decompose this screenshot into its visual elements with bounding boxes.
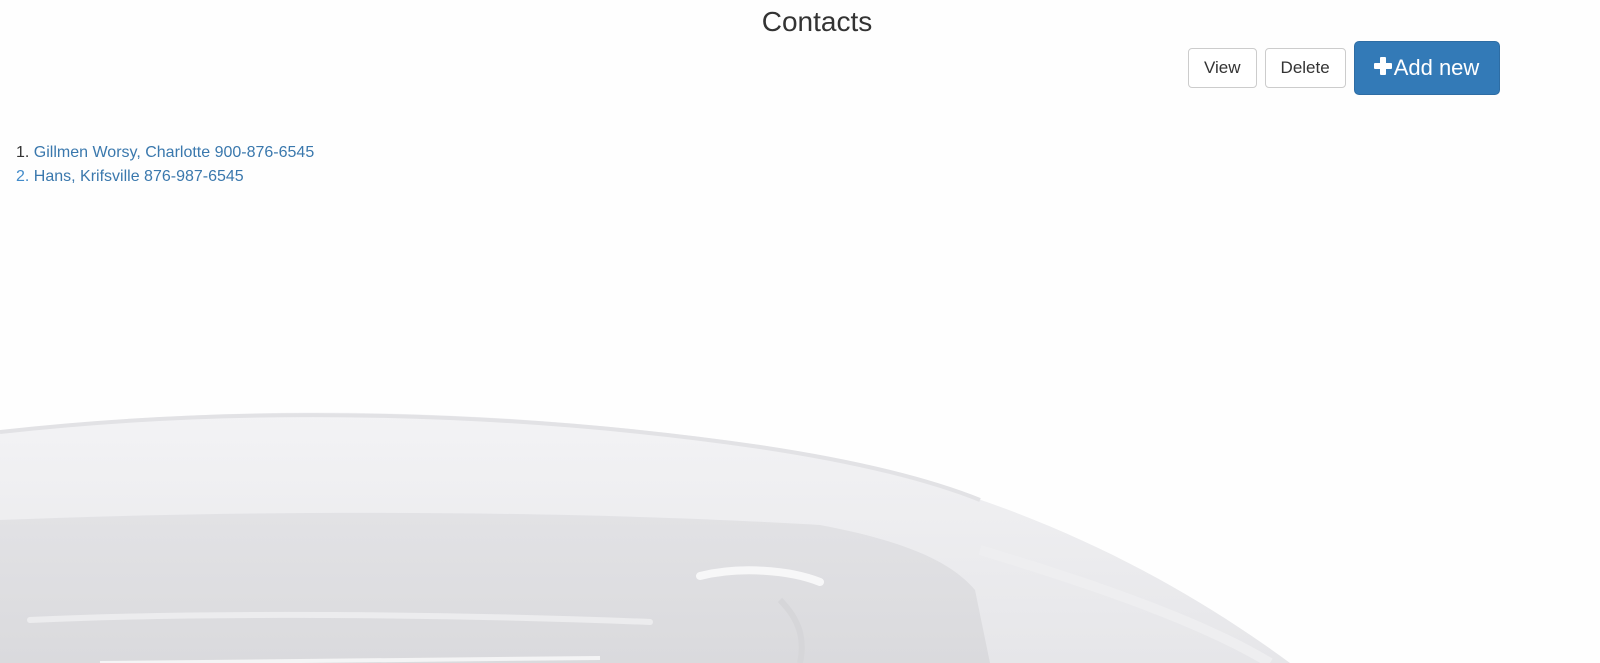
delete-button[interactable]: Delete xyxy=(1264,48,1346,88)
contact-link[interactable]: Gillmen Worsy, Charlotte 900-876-6545 xyxy=(34,144,314,161)
list-item-number: 2. xyxy=(16,168,30,185)
car-background-image xyxy=(0,412,1290,663)
list-item-number: 1. xyxy=(16,144,30,161)
list-item: 1. Gillmen Worsy, Charlotte 900-876-6545 xyxy=(16,141,314,165)
plus-icon xyxy=(1373,57,1392,75)
add-new-button[interactable]: Add new xyxy=(1353,41,1501,95)
add-new-label: Add new xyxy=(1393,55,1480,80)
list-item: 2. Hans, Krifsville 876-987-6545 xyxy=(16,165,314,189)
contact-list: 1. Gillmen Worsy, Charlotte 900-876-6545… xyxy=(16,141,314,189)
contacts-page: Contacts View Delete Add new 1. Gillmen … xyxy=(0,0,1600,663)
contact-link[interactable]: Hans, Krifsville 876-987-6545 xyxy=(34,168,244,185)
toolbar: View Delete Add new xyxy=(1188,41,1501,95)
page-title: Contacts xyxy=(761,6,873,37)
view-button[interactable]: View xyxy=(1188,48,1257,88)
